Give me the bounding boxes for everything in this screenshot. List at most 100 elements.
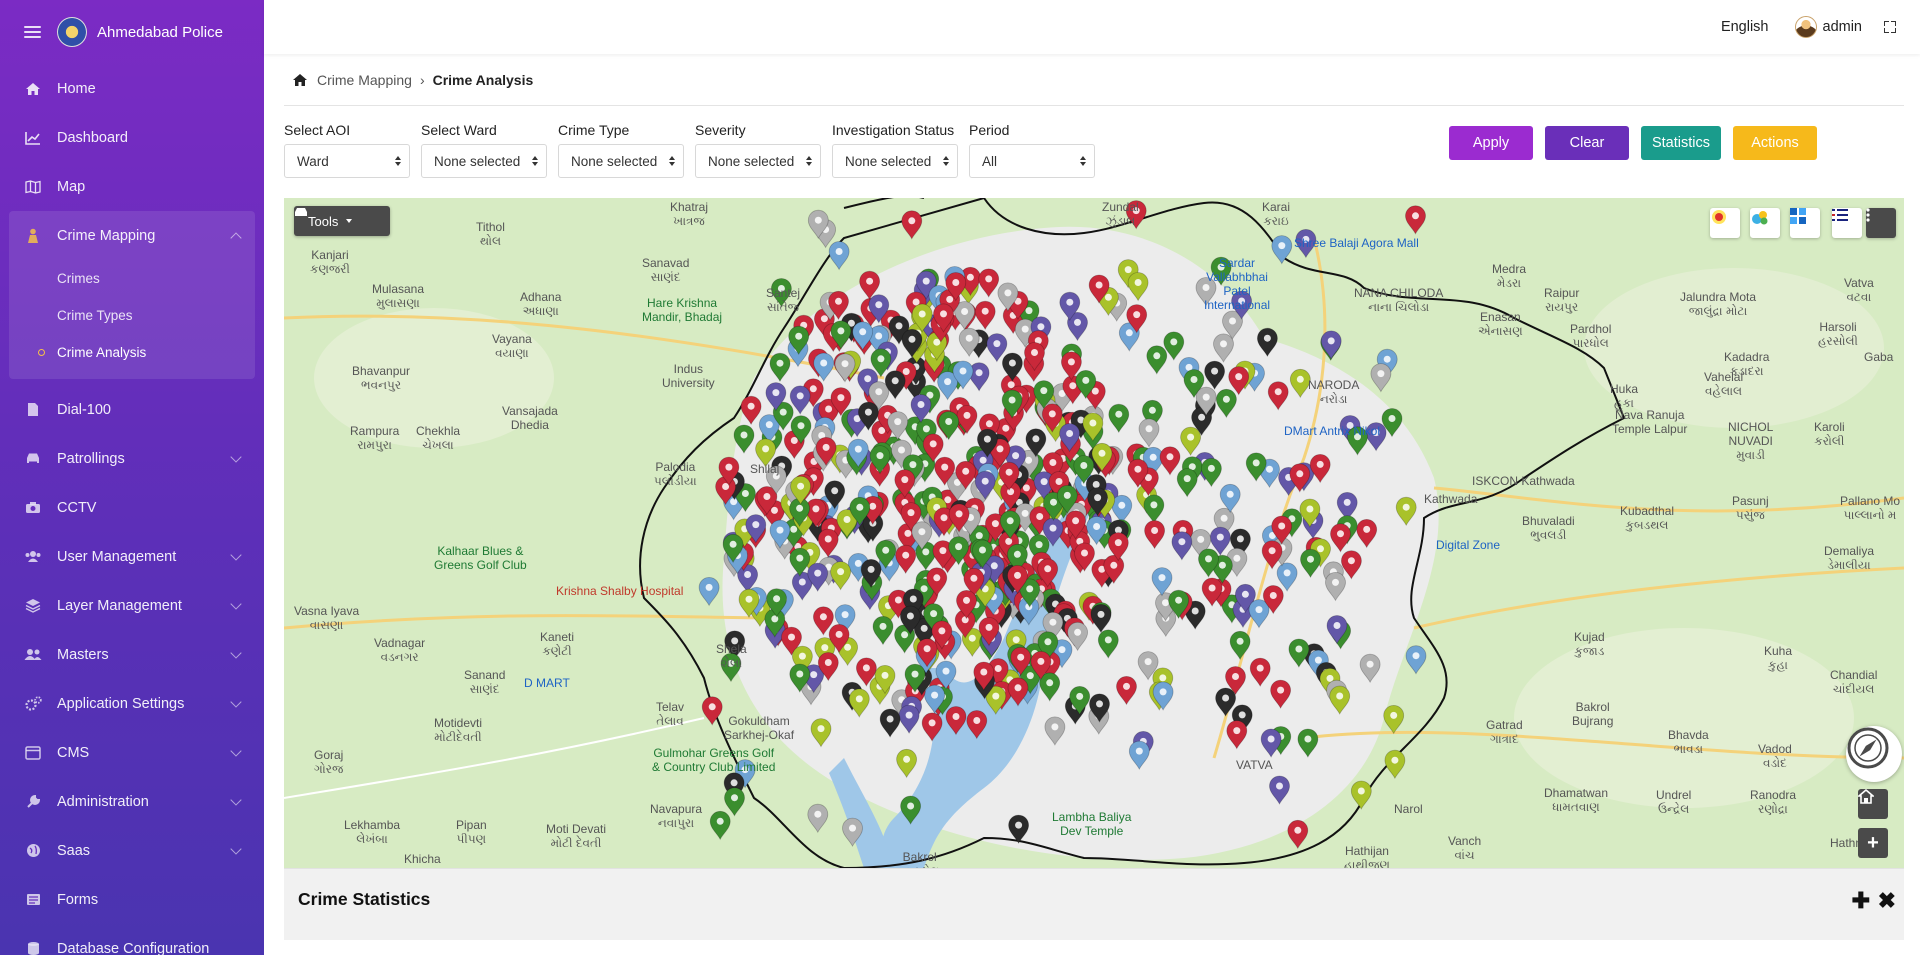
- crime-marker[interactable]: [1287, 819, 1309, 850]
- actions-button[interactable]: Actions: [1733, 126, 1817, 160]
- sidebar-item-administration[interactable]: Administration: [0, 777, 264, 826]
- crime-marker[interactable]: [1270, 679, 1291, 709]
- crime-marker[interactable]: [1176, 468, 1198, 498]
- sidebar-item-user-management[interactable]: User Management: [0, 532, 264, 581]
- crime-marker[interactable]: [1008, 814, 1029, 844]
- crime-marker[interactable]: [740, 395, 762, 426]
- crime-marker[interactable]: [1007, 677, 1029, 707]
- crime-marker[interactable]: [879, 708, 901, 738]
- investigation-status-select[interactable]: None selected: [832, 144, 958, 178]
- crime-marker[interactable]: [896, 748, 917, 779]
- compass-icon[interactable]: [1846, 726, 1902, 782]
- crime-marker[interactable]: [1257, 327, 1278, 358]
- crime-marker[interactable]: [1248, 599, 1270, 629]
- crime-marker[interactable]: [1226, 720, 1248, 750]
- crime-marker[interactable]: [1261, 540, 1283, 570]
- crime-marker[interactable]: [1128, 740, 1150, 770]
- sidebar-item-layer-management[interactable]: Layer Management: [0, 581, 264, 630]
- crime-marker[interactable]: [1151, 567, 1173, 597]
- crime-marker[interactable]: [895, 544, 917, 575]
- crime-marker[interactable]: [1204, 360, 1225, 390]
- crime-marker[interactable]: [1144, 520, 1165, 550]
- crime-marker[interactable]: [1350, 780, 1372, 810]
- sidebar-item-dial-100[interactable]: Dial-100: [0, 385, 264, 434]
- statistics-button[interactable]: Statistics: [1641, 126, 1721, 160]
- crime-marker[interactable]: [1229, 630, 1251, 661]
- legend-list-icon[interactable]: [1832, 208, 1862, 238]
- grid-view-icon[interactable]: [1790, 208, 1820, 238]
- sidebar-item-crime-mapping[interactable]: Crime Mapping: [9, 211, 255, 260]
- sidebar-item-home[interactable]: Home: [0, 64, 264, 113]
- user-menu[interactable]: admin: [1794, 16, 1862, 38]
- sidebar-item-map[interactable]: Map: [0, 162, 264, 211]
- crime-marker[interactable]: [1269, 775, 1290, 805]
- close-icon[interactable]: ✖: [1878, 890, 1896, 912]
- crime-marker[interactable]: [1359, 653, 1381, 684]
- menu-toggle-icon[interactable]: [24, 26, 41, 38]
- crime-marker[interactable]: [1090, 604, 1112, 634]
- crime-marker[interactable]: [1297, 728, 1319, 758]
- sidebar-item-cctv[interactable]: CCTV: [0, 483, 264, 532]
- crime-marker[interactable]: [813, 352, 835, 382]
- crime-marker[interactable]: [1180, 426, 1201, 456]
- sidebar-item-patrollings[interactable]: Patrollings: [0, 434, 264, 483]
- crime-marker[interactable]: [1146, 345, 1168, 375]
- heatmap-toggle-icon[interactable]: [1710, 208, 1740, 238]
- crime-marker[interactable]: [978, 268, 1000, 298]
- crime-marker[interactable]: [1330, 523, 1351, 553]
- sidebar-item-forms[interactable]: Forms: [0, 875, 264, 924]
- crime-marker[interactable]: [901, 210, 923, 240]
- crime-marker[interactable]: [1097, 629, 1119, 659]
- crime-marker[interactable]: [807, 803, 829, 834]
- crime-marker[interactable]: [1108, 403, 1130, 434]
- apply-button[interactable]: Apply: [1449, 126, 1533, 160]
- crime-marker[interactable]: [1300, 548, 1321, 579]
- crime-marker[interactable]: [830, 561, 851, 591]
- crime-marker[interactable]: [1405, 645, 1427, 675]
- crime-marker[interactable]: [698, 577, 720, 607]
- crime-marker[interactable]: [789, 547, 811, 577]
- crime-marker[interactable]: [724, 787, 745, 817]
- period-select[interactable]: All: [969, 144, 1095, 178]
- crime-marker[interactable]: [1405, 205, 1426, 235]
- crime-marker[interactable]: [1276, 562, 1298, 592]
- crime-marker[interactable]: [1267, 381, 1289, 411]
- crime-marker[interactable]: [1271, 235, 1293, 265]
- crime-marker[interactable]: [810, 718, 832, 748]
- sidebar-item-database-configuration[interactable]: Database Configuration: [0, 924, 264, 955]
- sidebar-subitem-crimes[interactable]: Crimes: [9, 260, 255, 297]
- cluster-toggle-icon[interactable]: [1750, 208, 1780, 238]
- crime-marker[interactable]: [1213, 333, 1234, 363]
- crime-marker[interactable]: [1127, 272, 1149, 302]
- crime-marker[interactable]: [842, 817, 863, 847]
- crime-marker[interactable]: [701, 696, 723, 726]
- crime-map[interactable]: Khatraj ખાત્રજ Tithol થોલ Kanjari કણજરી San…: [284, 198, 1904, 868]
- sidebar-item-application-settings[interactable]: Application Settings: [0, 679, 264, 728]
- ward-select[interactable]: None selected: [421, 144, 547, 178]
- crime-marker[interactable]: [921, 712, 943, 742]
- crime-marker[interactable]: [1320, 330, 1342, 360]
- crime-marker[interactable]: [1201, 458, 1222, 488]
- sidebar-subitem-crime-types[interactable]: Crime Types: [9, 297, 255, 334]
- crime-marker[interactable]: [1370, 363, 1392, 393]
- home-icon[interactable]: [292, 73, 308, 87]
- home-extent-icon[interactable]: [1858, 789, 1888, 819]
- sidebar-item-dashboard[interactable]: Dashboard: [0, 113, 264, 162]
- crime-marker[interactable]: [769, 352, 791, 383]
- fullscreen-icon[interactable]: [1884, 21, 1896, 33]
- crime-marker[interactable]: [900, 795, 921, 825]
- crime-marker[interactable]: [974, 300, 996, 331]
- crime-marker[interactable]: [848, 688, 870, 718]
- crime-marker[interactable]: [1329, 685, 1351, 715]
- breadcrumb-crime-mapping[interactable]: Crime Mapping: [317, 72, 412, 88]
- crime-marker[interactable]: [1044, 716, 1066, 746]
- more-options-icon[interactable]: [1866, 208, 1896, 238]
- crime-marker[interactable]: [1356, 519, 1378, 549]
- expand-icon[interactable]: ✚: [1852, 890, 1870, 912]
- crime-marker[interactable]: [1216, 388, 1237, 419]
- aoi-select[interactable]: Ward: [284, 144, 410, 178]
- sidebar-item-saas[interactable]: Saas: [0, 826, 264, 875]
- crime-marker[interactable]: [1288, 638, 1310, 668]
- zoom-in-icon[interactable]: +: [1858, 828, 1888, 858]
- crime-marker[interactable]: [966, 710, 988, 740]
